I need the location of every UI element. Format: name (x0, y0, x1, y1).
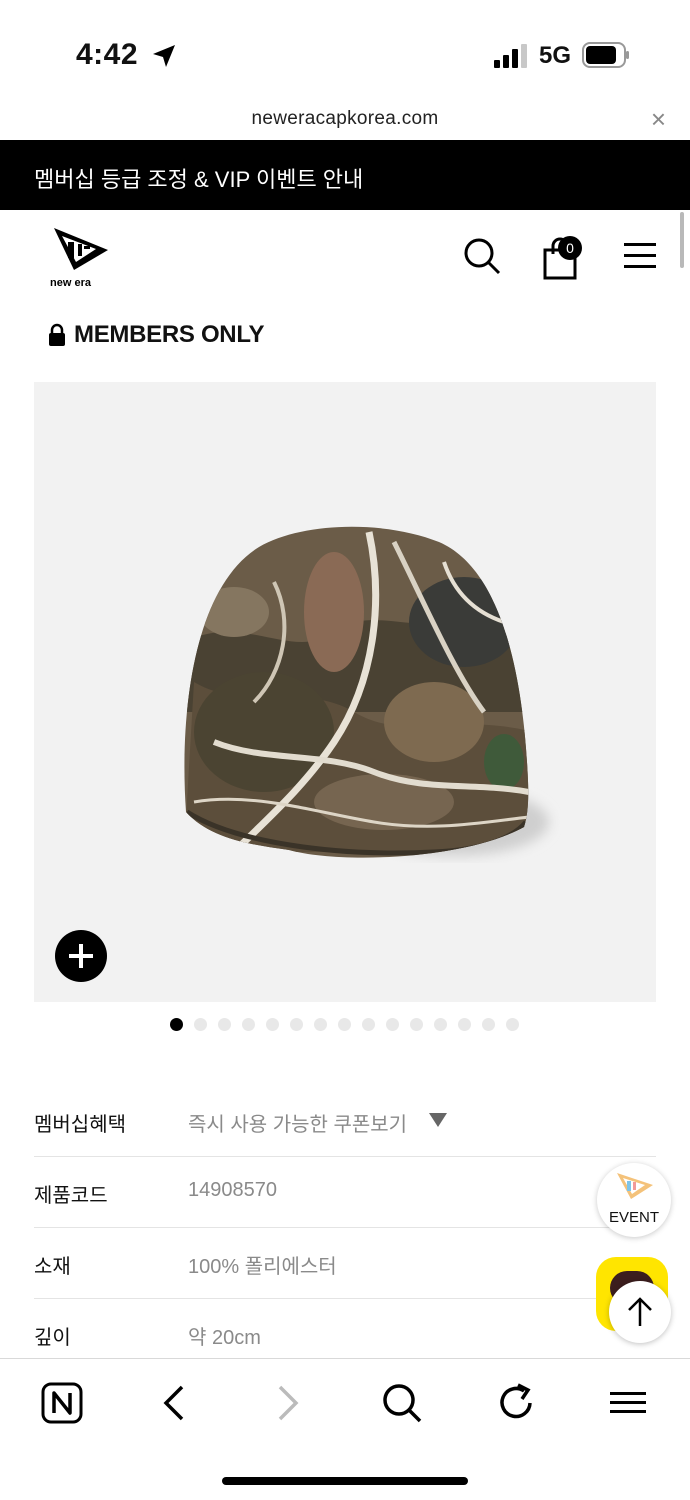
logo-text: new era (50, 277, 92, 288)
gallery-dot[interactable] (194, 1018, 207, 1031)
info-label: 깊이 (34, 1327, 71, 1349)
gallery-dot[interactable] (482, 1018, 495, 1031)
info-row-material: 소재 100% 폴리에스터 (34, 1228, 656, 1299)
product-info-table: 멤버십혜택 즉시 사용 가능한 쿠폰보기 제품코드 14908570 소재 10… (34, 1086, 656, 1370)
product-image[interactable] (34, 382, 656, 1002)
info-label: 소재 (34, 1256, 71, 1278)
caret-down-icon[interactable] (428, 1112, 448, 1128)
menu-icon[interactable] (606, 1381, 650, 1425)
gallery-dot[interactable] (458, 1018, 471, 1031)
hamburger-menu-icon[interactable] (622, 240, 658, 272)
url-bar[interactable]: neweracapkorea.com × (0, 100, 690, 140)
members-only-text: MEMBERS ONLY (74, 321, 265, 348)
site-header: new era 0 (0, 210, 690, 300)
search-icon[interactable] (462, 236, 502, 276)
gallery-dot[interactable] (218, 1018, 231, 1031)
status-time: 4:42 (76, 38, 139, 71)
status-bar: 4:42 5G (0, 0, 690, 100)
url-text[interactable]: neweracapkorea.com (0, 108, 690, 130)
cart-count-badge: 0 (558, 236, 582, 260)
gallery-dot[interactable] (170, 1018, 183, 1031)
home-indicator[interactable] (222, 1477, 468, 1485)
close-icon[interactable]: × (651, 106, 666, 132)
gallery-dot[interactable] (338, 1018, 351, 1031)
gallery-dot[interactable] (362, 1018, 375, 1031)
new-era-logo-icon[interactable]: new era (48, 224, 118, 288)
zoom-plus-button[interactable] (55, 930, 107, 982)
info-label: 멤버십혜택 (34, 1114, 126, 1136)
cellular-signal-icon (494, 44, 527, 68)
arrow-up-icon (628, 1297, 652, 1326)
announcement-banner[interactable]: 멤버십 등급 조정 & VIP 이벤트 안내 (0, 140, 690, 210)
gallery-dot[interactable] (386, 1018, 399, 1031)
banner-text[interactable]: 멤버십 등급 조정 & VIP 이벤트 안내 (34, 162, 363, 194)
members-only-label: MEMBERS ONLY (48, 320, 265, 350)
info-row-product-code: 제품코드 14908570 (34, 1157, 656, 1228)
event-label: EVENT (608, 1209, 659, 1226)
info-value: 14908570 (188, 1179, 277, 1201)
back-icon[interactable] (152, 1381, 196, 1425)
search-icon[interactable] (380, 1381, 424, 1425)
beanie-image (184, 526, 549, 858)
gallery-pagination[interactable] (170, 1018, 519, 1034)
network-type: 5G (539, 42, 572, 69)
event-button[interactable]: EVENT (597, 1163, 671, 1237)
info-value: 100% 폴리에스터 (188, 1256, 337, 1278)
info-row-membership[interactable]: 멤버십혜택 즉시 사용 가능한 쿠폰보기 (34, 1086, 656, 1157)
gallery-dot[interactable] (290, 1018, 303, 1031)
gallery-dot[interactable] (314, 1018, 327, 1031)
scroll-to-top-button[interactable] (609, 1281, 671, 1343)
gallery-dot[interactable] (266, 1018, 279, 1031)
browser-toolbar (0, 1358, 690, 1500)
info-value: 약 20cm (188, 1327, 261, 1349)
gallery-dot[interactable] (506, 1018, 519, 1031)
gallery-dot[interactable] (242, 1018, 255, 1031)
gallery-dot[interactable] (434, 1018, 447, 1031)
coupon-link[interactable]: 즉시 사용 가능한 쿠폰보기 (188, 1108, 407, 1137)
battery-icon (582, 42, 629, 68)
lock-icon (49, 323, 65, 346)
gallery-dot[interactable] (410, 1018, 423, 1031)
reload-icon[interactable] (494, 1381, 538, 1425)
info-label: 제품코드 (34, 1185, 108, 1207)
location-arrow-icon (153, 45, 175, 67)
forward-icon[interactable] (266, 1381, 310, 1425)
new-era-flag-icon (617, 1173, 653, 1199)
naver-n-icon[interactable] (40, 1381, 84, 1425)
scrollbar[interactable] (680, 212, 684, 268)
